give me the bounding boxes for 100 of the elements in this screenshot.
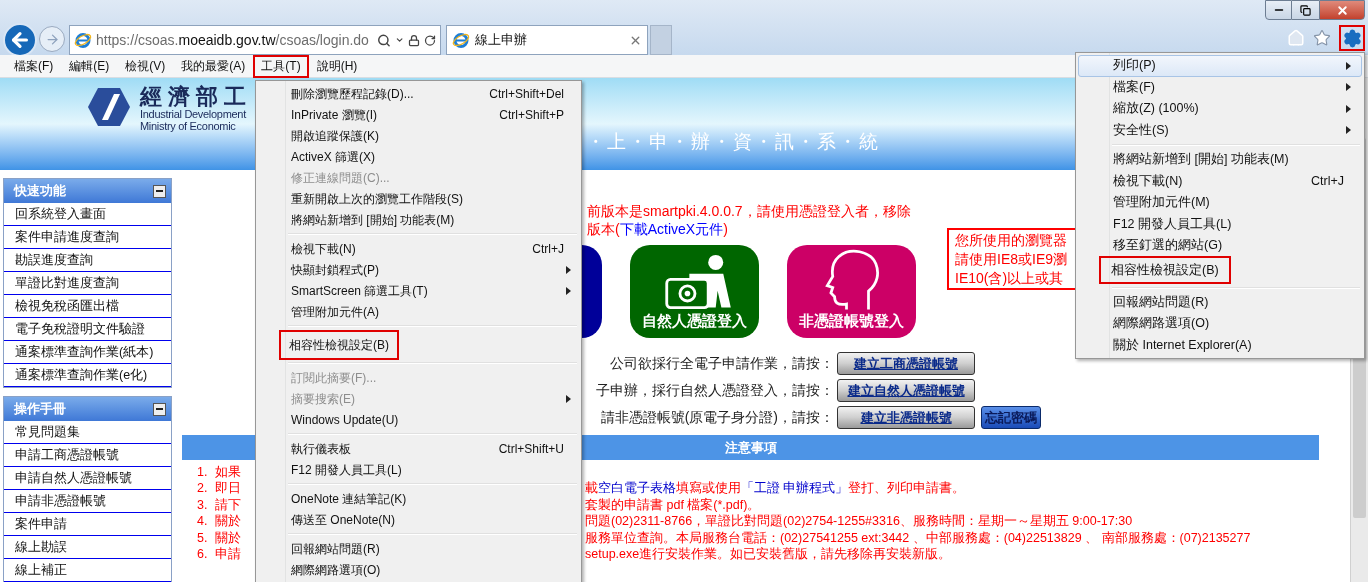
menu-item-label: 網際網路選項(O) bbox=[1112, 315, 1211, 333]
menu-item[interactable]: Windows Update(U) bbox=[256, 409, 581, 430]
refresh-icon[interactable] bbox=[424, 33, 436, 47]
menu-item[interactable]: 刪除瀏覽歷程記錄(D)... Ctrl+Shift+Del bbox=[256, 83, 581, 104]
address-bar[interactable]: https://csoas.moeaidb.gov.tw/csoas/login.do bbox=[69, 25, 441, 55]
menu-item[interactable]: 安全性(S) bbox=[1078, 119, 1362, 141]
login-tile[interactable]: 非憑證帳號登入 bbox=[787, 245, 916, 338]
menu-item[interactable]: 將網站新增到 [開始] 功能表(M) bbox=[1078, 149, 1362, 171]
collapse-icon[interactable] bbox=[153, 402, 166, 416]
menu-item[interactable]: 相容性檢視設定(B) bbox=[1078, 256, 1362, 284]
create-account-button[interactable]: 建立工商憑證帳號 bbox=[837, 352, 975, 375]
menu-item[interactable]: 移至釘選的網站(G) bbox=[1078, 235, 1362, 257]
menu-item[interactable]: 關於 Internet Explorer(A) bbox=[1078, 334, 1362, 356]
sidebar-link[interactable]: 線上勘誤 bbox=[4, 536, 171, 559]
minimize-button[interactable] bbox=[1265, 0, 1292, 20]
menu-item[interactable]: 快顯封鎖程式(P) bbox=[256, 259, 581, 280]
menu-item[interactable]: 檢視下載(N) Ctrl+J bbox=[256, 238, 581, 259]
menu-item-label: 安全性(S) bbox=[1112, 121, 1170, 139]
sidebar-link[interactable]: 勘誤進度查詢 bbox=[4, 249, 171, 272]
panel-title: 操作手冊 bbox=[14, 400, 66, 419]
dropdown-caret-icon[interactable] bbox=[394, 35, 404, 45]
menu-item[interactable]: 開啟追蹤保護(K) bbox=[256, 125, 581, 146]
menu-item[interactable]: 將網站新增到 [開始] 功能表(M) bbox=[256, 209, 581, 230]
menu-bar-item[interactable]: 檔案(F) bbox=[6, 54, 62, 78]
menu-item[interactable]: 傳送至 OneNote(N) bbox=[256, 509, 581, 530]
create-account-button[interactable]: 建立自然人憑證帳號 bbox=[837, 379, 975, 402]
submenu-arrow-icon bbox=[566, 394, 571, 403]
menu-bar-item[interactable]: 說明(H) bbox=[308, 54, 366, 78]
menu-item[interactable]: 縮放(Z) (100%) bbox=[1078, 98, 1362, 120]
menu-item[interactable]: 回報網站問題(R) bbox=[256, 538, 581, 559]
menu-item[interactable]: 網際網路選項(O) bbox=[256, 559, 581, 580]
menu-bar-item[interactable]: 編輯(E) bbox=[61, 54, 118, 78]
notice-link[interactable]: 「工證 申辦程式」 bbox=[741, 481, 849, 496]
menu-bar-item[interactable]: 我的最愛(A) bbox=[173, 54, 254, 78]
shortcut-label: Ctrl+Shift+U bbox=[498, 440, 564, 458]
close-button[interactable] bbox=[1319, 0, 1365, 20]
sidebar-link[interactable]: 通案標準查詢作業(紙本) bbox=[4, 341, 171, 364]
notice-text: 申請 bbox=[215, 547, 241, 562]
sidebar-link[interactable]: 常見問題集 bbox=[4, 421, 171, 444]
menu-item[interactable]: OneNote 連結筆記(K) bbox=[256, 488, 581, 509]
browser-tab[interactable]: 線上申辦 bbox=[446, 25, 648, 55]
login-tile[interactable] bbox=[580, 245, 602, 338]
menu-item[interactable]: 檢視下載(N) Ctrl+J bbox=[1078, 170, 1362, 192]
notice-text: setup.exe進行安裝作業。如已安裝舊版，請先移除再安裝新版。 bbox=[585, 546, 952, 564]
list-number: 4. bbox=[197, 513, 209, 531]
notice-link[interactable]: 空白電子表格 bbox=[598, 481, 676, 496]
sidebar-link[interactable]: 案件申請 bbox=[4, 513, 171, 536]
menu-item-label: 管理附加元件(A) bbox=[290, 303, 380, 321]
menu-item[interactable]: 執行儀表板 Ctrl+Shift+U bbox=[256, 438, 581, 459]
menu-item-label: 縮放(Z) (100%) bbox=[1112, 100, 1200, 118]
menu-item-label: 訂閱此摘要(F)... bbox=[290, 369, 378, 387]
ministry-name: 經 濟 部 工 bbox=[140, 86, 247, 108]
settings-button[interactable] bbox=[1339, 25, 1365, 51]
menu-bar-item[interactable]: 工具(T) bbox=[253, 54, 309, 78]
create-account-button[interactable]: 建立非憑證帳號 bbox=[837, 406, 975, 429]
shortcut-label: Ctrl+J bbox=[532, 240, 564, 258]
shortcut-label: Ctrl+Shift+P bbox=[499, 106, 564, 124]
menu-item[interactable]: 管理附加元件(M) bbox=[1078, 192, 1362, 214]
menu-item[interactable]: 相容性檢視設定(B) bbox=[256, 330, 581, 359]
sidebar-link[interactable]: 申請自然人憑證帳號 bbox=[4, 467, 171, 490]
menu-item[interactable]: 網際網路選項(O) bbox=[1078, 313, 1362, 335]
collapse-icon[interactable] bbox=[153, 184, 166, 198]
menu-item[interactable]: SmartScreen 篩選工具(T) bbox=[256, 280, 581, 301]
menu-item[interactable]: 列印(P) bbox=[1078, 55, 1362, 77]
restore-icon bbox=[1300, 4, 1311, 16]
restore-button[interactable] bbox=[1292, 0, 1319, 20]
menu-item[interactable]: 管理附加元件(A) bbox=[256, 301, 581, 322]
sidebar-link[interactable]: 單證比對進度查詢 bbox=[4, 272, 171, 295]
menu-item[interactable]: 檔案(F) bbox=[1078, 76, 1362, 98]
sidebar-link[interactable]: 申請工商憑證帳號 bbox=[4, 444, 171, 467]
ministry-english-name: Ministry of Economic bbox=[140, 120, 236, 132]
sidebar-link[interactable]: 案件申請進度查詢 bbox=[4, 226, 171, 249]
menu-item-label: 修正連線問題(C)... bbox=[290, 169, 391, 187]
sidebar-link[interactable]: 電子免稅證明文件驗證 bbox=[4, 318, 171, 341]
browser-logo-icon bbox=[452, 31, 470, 49]
download-link[interactable]: 下載ActiveX元件 bbox=[619, 221, 724, 237]
menu-item[interactable]: 重新開啟上次的瀏覽工作階段(S) bbox=[256, 188, 581, 209]
forward-arrow-icon bbox=[44, 31, 60, 47]
tab-title: 線上申辦 bbox=[475, 31, 527, 50]
warning-text: 您所使用的瀏覽器 bbox=[955, 230, 1067, 250]
sidebar-link[interactable]: 線上補正 bbox=[4, 559, 171, 582]
menu-item[interactable]: InPrivate 瀏覽(I) Ctrl+Shift+P bbox=[256, 104, 581, 125]
sidebar-link[interactable]: 回系統登入畫面 bbox=[4, 203, 171, 226]
login-tile[interactable]: 自然人憑證登入 bbox=[630, 245, 759, 338]
menu-item[interactable]: F12 開發人員工具(L) bbox=[256, 459, 581, 480]
menu-item-label: 關於 Internet Explorer(A) bbox=[1112, 336, 1253, 354]
menu-item-label: 移至釘選的網站(G) bbox=[1112, 237, 1224, 255]
sidebar-link[interactable]: 通案標準查詢作業(e化) bbox=[4, 364, 171, 387]
lock-icon[interactable] bbox=[408, 33, 420, 47]
menu-item[interactable]: F12 開發人員工具(L) bbox=[1078, 213, 1362, 235]
sidebar-link[interactable]: 檢視免稅函匯出檔 bbox=[4, 295, 171, 318]
menu-item[interactable]: ActiveX 篩選(X) bbox=[256, 146, 581, 167]
menu-bar-item[interactable]: 檢視(V) bbox=[117, 54, 174, 78]
menu-item-label: 快顯封鎖程式(P) bbox=[290, 261, 380, 279]
sidebar-link[interactable]: 申請非憑證帳號 bbox=[4, 490, 171, 513]
menu-item-label: SmartScreen 篩選工具(T) bbox=[290, 282, 429, 300]
menu-item[interactable]: 回報網站問題(R) bbox=[1078, 291, 1362, 313]
back-button[interactable] bbox=[3, 23, 37, 57]
search-icon[interactable] bbox=[376, 32, 391, 48]
favorites-star-icon[interactable] bbox=[1313, 29, 1331, 47]
